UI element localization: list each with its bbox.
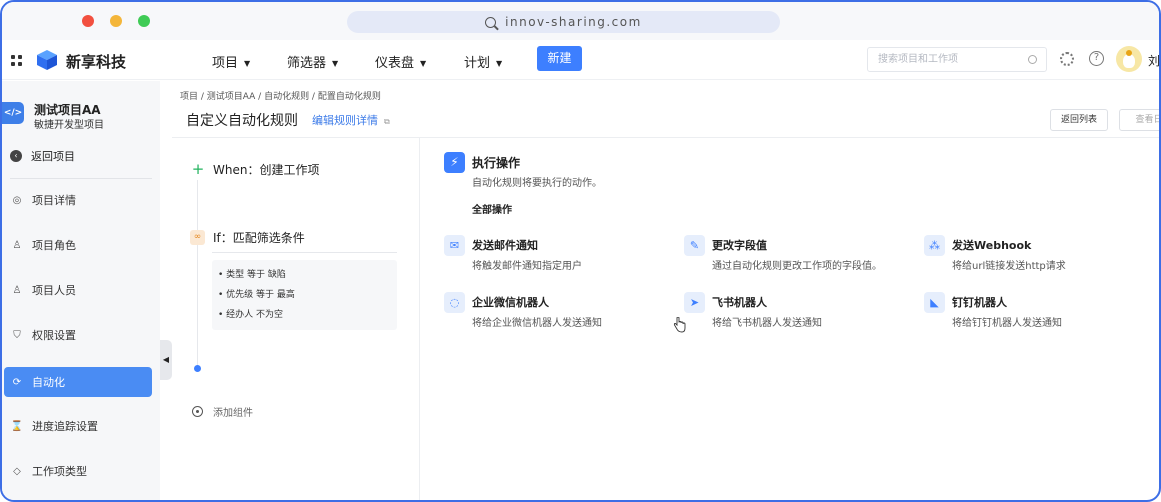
wecom-icon: ◌ [444, 292, 465, 313]
url-text: innov-sharing.com [505, 15, 642, 29]
condition-step[interactable]: ∞ If：匹配筛选条件 [190, 229, 305, 246]
user-avatar[interactable] [1116, 46, 1142, 72]
sidebar-divider [10, 178, 152, 179]
action-wecom-bot[interactable]: ◌ 企业微信机器人 将给企业微信机器人发送通知 [444, 292, 674, 332]
sidebar-item-project-members[interactable]: ♙ 项目人员 [4, 275, 152, 305]
global-search-input[interactable]: 搜索项目和工作项 [867, 47, 1047, 72]
external-link-icon: ⧉ [384, 117, 390, 126]
project-code-icon: </> [2, 102, 24, 124]
sidebar-item-project-details[interactable]: ◎ 项目详情 [4, 185, 152, 215]
lightning-icon: ⚡ [444, 152, 465, 173]
feishu-icon: ➤ [684, 292, 705, 313]
brand-name: 新享科技 [66, 53, 127, 71]
actions-title: 执行操作 [472, 156, 521, 170]
view-logs-button[interactable]: 查看日 [1119, 109, 1159, 131]
sidebar-item-work-item-types[interactable]: ◇ 工作项类型 [4, 456, 152, 486]
action-dingtalk-bot[interactable]: ◣ 钉钉机器人 将给钉钉机器人发送通知 [924, 292, 1154, 332]
maximize-window-button[interactable] [138, 15, 150, 27]
trigger-step[interactable]: + When：创建工作项 [190, 160, 320, 178]
add-component-button[interactable]: 添加组件 [192, 404, 253, 419]
sidebar-item-project-roles[interactable]: ♙ 项目角色 [4, 230, 152, 260]
address-bar[interactable]: innov-sharing.com [347, 11, 780, 33]
chevron-down-icon: ▼ [332, 59, 339, 68]
back-arrow-icon: ‹ [10, 150, 22, 162]
app-window: innov-sharing.com 新享科技 项目 ▼ 筛选器 ▼ 仪表盘 ▼ 计划 ▼… [0, 0, 1161, 502]
webhook-icon: ⁂ [924, 235, 945, 256]
sidebar: </> 测试项目AA 敏捷开发型项目 ‹ 返回项目 ◎ 项目详情 ♙ 项目角色 … [2, 81, 160, 500]
mail-icon: ✉ [444, 235, 465, 256]
minimize-window-button[interactable] [110, 15, 122, 27]
nav-projects[interactable]: 项目 ▼ [212, 52, 250, 71]
back-to-list-button[interactable]: 返回列表 [1050, 109, 1108, 131]
link-icon: ∞ [190, 230, 205, 245]
chevron-down-icon: ▼ [420, 59, 427, 68]
app-grid-icon[interactable] [11, 55, 22, 66]
dingtalk-icon: ◣ [924, 292, 945, 313]
hourglass-icon: ⌛ [10, 420, 24, 432]
person-icon: ♙ [12, 239, 22, 251]
action-send-email[interactable]: ✉ 发送邮件通知 将触发邮件通知指定用户 [444, 235, 674, 275]
top-navigation: 新享科技 项目 ▼ 筛选器 ▼ 仪表盘 ▼ 计划 ▼ 新建 搜索项目和工作项 ? 刘 [2, 40, 1159, 80]
action-change-field[interactable]: ✎ 更改字段值 通过自动化规则更改工作项的字段值。 [684, 235, 914, 275]
actions-description: 自动化规则将要执行的动作。 [472, 178, 602, 189]
nav-dashboards[interactable]: 仪表盘 ▼ [375, 52, 426, 71]
nav-plans[interactable]: 计划 ▼ [464, 52, 502, 71]
tag-icon: ◇ [13, 465, 21, 477]
condition-item: • 类型 等于 缺陷 [218, 270, 286, 280]
condition-divider [212, 252, 397, 253]
sidebar-item-automation[interactable]: ⟳ 自动化 [4, 367, 152, 397]
edit-rule-details-link[interactable]: 编辑规则详情 ⧉ [312, 112, 390, 128]
condition-item: • 经办人 不为空 [218, 310, 284, 320]
search-icon [1028, 55, 1037, 64]
search-icon [485, 16, 497, 28]
sidebar-item-permissions[interactable]: ⛉ 权限设置 [4, 320, 152, 350]
sidebar-collapse-handle[interactable]: ◀ [160, 340, 172, 380]
condition-item: • 优先级 等于 最高 [218, 290, 295, 300]
plus-icon: + [191, 160, 205, 178]
hand-cursor-icon [673, 317, 686, 333]
active-step-dot [194, 365, 201, 372]
user-name[interactable]: 刘 [1148, 52, 1159, 69]
sidebar-item-progress-tracking[interactable]: ⌛ 进度追踪设置 [4, 411, 152, 441]
header-divider [172, 137, 1159, 138]
browser-chrome: innov-sharing.com [2, 2, 1159, 40]
panel-divider [419, 138, 420, 500]
automation-icon: ⟳ [12, 376, 22, 388]
condition-list: • 类型 等于 缺陷 • 优先级 等于 最高 • 经办人 不为空 [212, 260, 397, 330]
shield-icon: ⛉ [13, 329, 21, 341]
logo-cube-icon [37, 50, 57, 70]
all-actions-label: 全部操作 [472, 205, 512, 216]
gear-circle-icon: ◎ [12, 194, 22, 206]
new-button[interactable]: 新建 [537, 46, 582, 71]
chevron-down-icon: ▼ [496, 59, 503, 68]
project-type: 敏捷开发型项目 [34, 120, 104, 131]
breadcrumb[interactable]: 项目 / 测试项目AA / 自动化规则 / 配置自动化规则 [180, 89, 381, 102]
edit-icon: ✎ [684, 235, 705, 256]
flow-connector [197, 180, 198, 370]
close-window-button[interactable] [82, 15, 94, 27]
action-feishu-bot[interactable]: ➤ 飞书机器人 将给飞书机器人发送通知 [684, 292, 914, 332]
help-icon[interactable]: ? [1089, 51, 1104, 66]
settings-gear-icon[interactable] [1060, 52, 1074, 66]
people-icon: ♙ [12, 284, 22, 296]
caret-left-icon: ◀ [162, 355, 170, 364]
chevron-down-icon: ▼ [244, 59, 251, 68]
page-title: 自定义自动化规则 [186, 113, 298, 129]
nav-filters[interactable]: 筛选器 ▼ [287, 52, 338, 71]
action-send-webhook[interactable]: ⁂ 发送Webhook 将给url链接发送http请求 [924, 235, 1154, 275]
add-circle-icon [192, 406, 203, 417]
back-to-project-link[interactable]: ‹ 返回项目 [10, 148, 75, 164]
